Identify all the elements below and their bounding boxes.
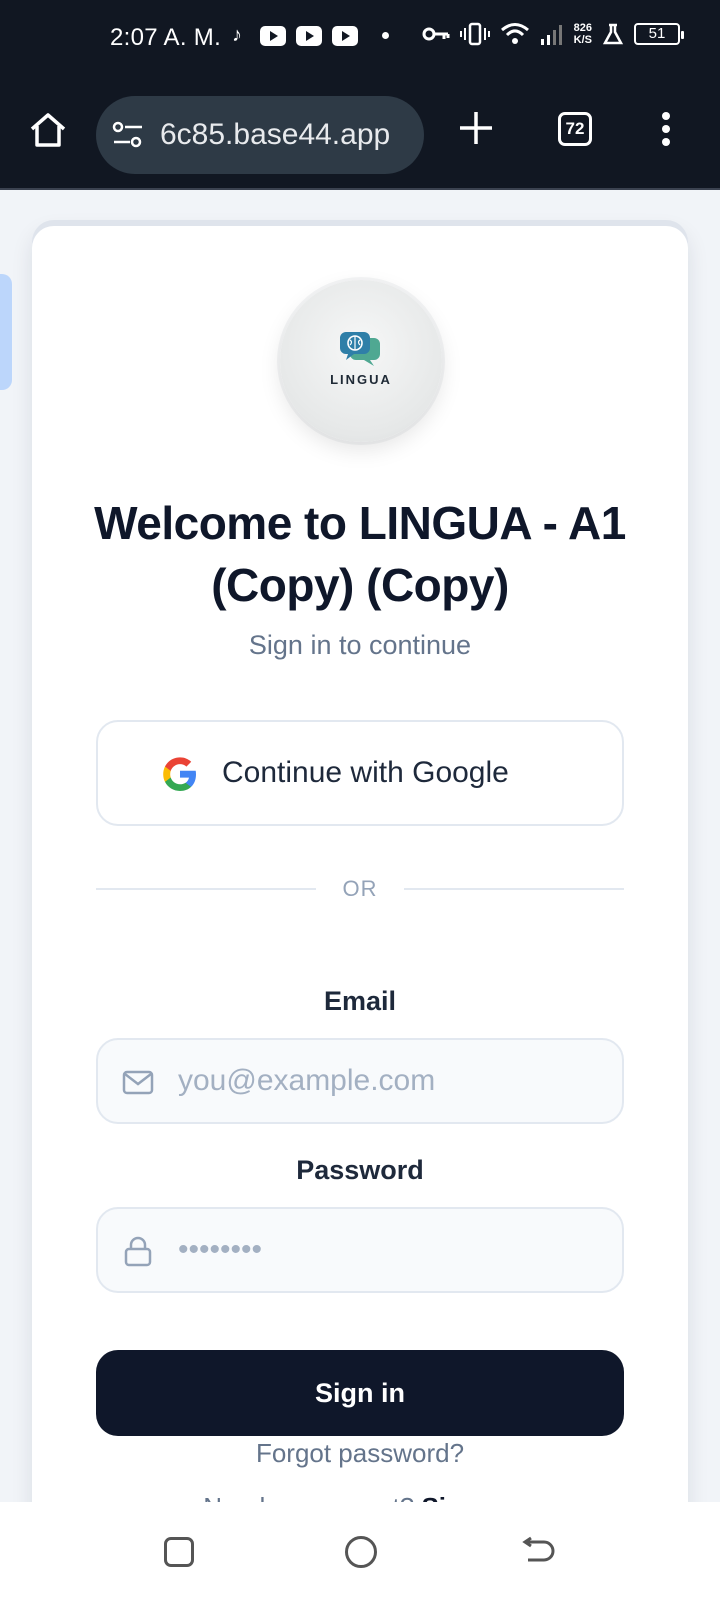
youtube-icon bbox=[260, 25, 286, 46]
system-nav-bar bbox=[0, 1502, 720, 1600]
more-notifications-dot-icon bbox=[382, 32, 389, 39]
signup-link[interactable]: Sign up bbox=[421, 1492, 516, 1502]
signin-button[interactable]: Sign in bbox=[96, 1350, 624, 1436]
password-field-container[interactable] bbox=[96, 1207, 624, 1293]
password-label: Password bbox=[296, 1155, 424, 1185]
url-bar[interactable]: 6c85.base44.app bbox=[96, 96, 424, 174]
browser-menu-icon[interactable] bbox=[662, 112, 672, 148]
need-account-text: Need an account? bbox=[203, 1492, 414, 1502]
new-tab-icon[interactable] bbox=[456, 108, 496, 148]
google-icon bbox=[163, 757, 196, 791]
web-page: LINGUA Welcome to LINGUA - A1 (Copy) (Co… bbox=[0, 192, 720, 1502]
system-icons: 826 K/S 51 bbox=[422, 22, 684, 46]
home-circle-icon[interactable] bbox=[345, 1536, 377, 1568]
google-signin-button[interactable]: Continue with Google bbox=[96, 720, 624, 826]
or-divider: OR bbox=[96, 874, 624, 904]
email-label: Email bbox=[323, 986, 397, 1016]
email-field-container[interactable] bbox=[96, 1038, 624, 1124]
lock-icon bbox=[124, 1236, 152, 1267]
browser-toolbar: 6c85.base44.app 72 bbox=[0, 82, 720, 190]
app-logo: LINGUA bbox=[280, 280, 442, 442]
status-time: 2:07 A. M. bbox=[110, 24, 222, 51]
signup-prompt: Need an account? Sign up bbox=[32, 1492, 688, 1502]
email-field[interactable] bbox=[178, 1054, 598, 1108]
youtube-icon bbox=[296, 25, 322, 46]
mail-icon bbox=[122, 1070, 154, 1095]
network-speed: 826 K/S bbox=[574, 22, 592, 46]
login-card: LINGUA Welcome to LINGUA - A1 (Copy) (Co… bbox=[32, 226, 688, 1502]
notification-icons: ♪ bbox=[232, 24, 389, 47]
url-text[interactable]: 6c85.base44.app bbox=[160, 118, 390, 152]
youtube-icon bbox=[332, 25, 358, 46]
status-bar: 2:07 A. M. ♪ 826 K/S 51 bbox=[0, 0, 720, 82]
lab-flask-icon bbox=[602, 23, 624, 45]
battery-indicator: 51 bbox=[634, 23, 684, 45]
back-icon[interactable] bbox=[520, 1536, 556, 1568]
logo-text: LINGUA bbox=[330, 372, 392, 387]
site-settings-icon[interactable] bbox=[112, 120, 144, 150]
side-panel-tab[interactable] bbox=[0, 274, 12, 390]
brain-chat-icon bbox=[340, 332, 380, 366]
tab-switcher-button[interactable]: 72 bbox=[558, 112, 592, 146]
page-subtitle: Sign in to continue bbox=[248, 630, 472, 660]
tiktok-icon: ♪ bbox=[232, 24, 242, 46]
network-speed-unit: K/S bbox=[573, 34, 592, 46]
google-signin-label: Continue with Google bbox=[222, 756, 509, 789]
home-icon[interactable] bbox=[28, 110, 68, 150]
recent-apps-icon[interactable] bbox=[164, 1537, 194, 1567]
signal-icon bbox=[540, 25, 562, 45]
password-field[interactable] bbox=[178, 1223, 598, 1277]
network-speed-value: 826 bbox=[573, 22, 592, 34]
vpn-key-icon bbox=[422, 27, 450, 41]
forgot-password-link[interactable]: Forgot password? bbox=[32, 1438, 688, 1469]
wifi-icon bbox=[500, 23, 529, 44]
divider-text: OR bbox=[342, 876, 378, 901]
page-title: Welcome to LINGUA - A1 (Copy) (Copy) bbox=[94, 497, 626, 611]
vibrate-icon bbox=[459, 22, 490, 46]
